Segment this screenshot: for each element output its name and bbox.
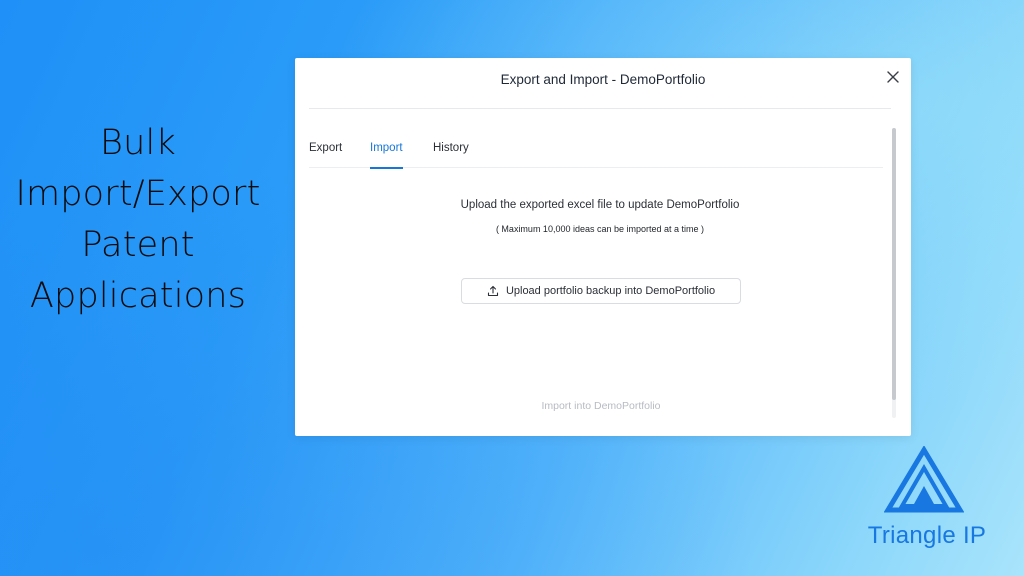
header-divider (309, 108, 891, 109)
headline-line-1: Bulk (0, 118, 276, 169)
headline-line-2: Import/Export (0, 169, 276, 220)
close-button[interactable] (883, 67, 903, 87)
headline-line-3: Patent (0, 220, 276, 271)
triangle-logo-icon (884, 446, 964, 516)
tab-history[interactable]: History (433, 142, 469, 168)
tab-export[interactable]: Export (309, 142, 342, 168)
import-action[interactable]: Import into DemoPortfolio (295, 400, 907, 412)
export-import-dialog: Export and Import - DemoPortfolio Export… (295, 58, 911, 436)
headline-line-4: Applications (0, 271, 276, 322)
upload-backup-button[interactable]: Upload portfolio backup into DemoPortfol… (461, 278, 741, 304)
import-limit-note: ( Maximum 10,000 ideas can be imported a… (295, 224, 905, 234)
dialog-title: Export and Import - DemoPortfolio (295, 72, 911, 87)
scrollbar-thumb[interactable] (892, 128, 896, 400)
brand-name: Triangle IP (852, 522, 1002, 550)
slide-headline: Bulk Import/Export Patent Applications (0, 118, 276, 322)
upload-button-label: Upload portfolio backup into DemoPortfol… (506, 285, 715, 297)
tab-bar: Export Import History (309, 142, 883, 168)
upload-icon (487, 285, 499, 297)
upload-instruction: Upload the exported excel file to update… (295, 199, 905, 211)
close-icon (887, 71, 899, 83)
tab-import[interactable]: Import (370, 142, 403, 168)
